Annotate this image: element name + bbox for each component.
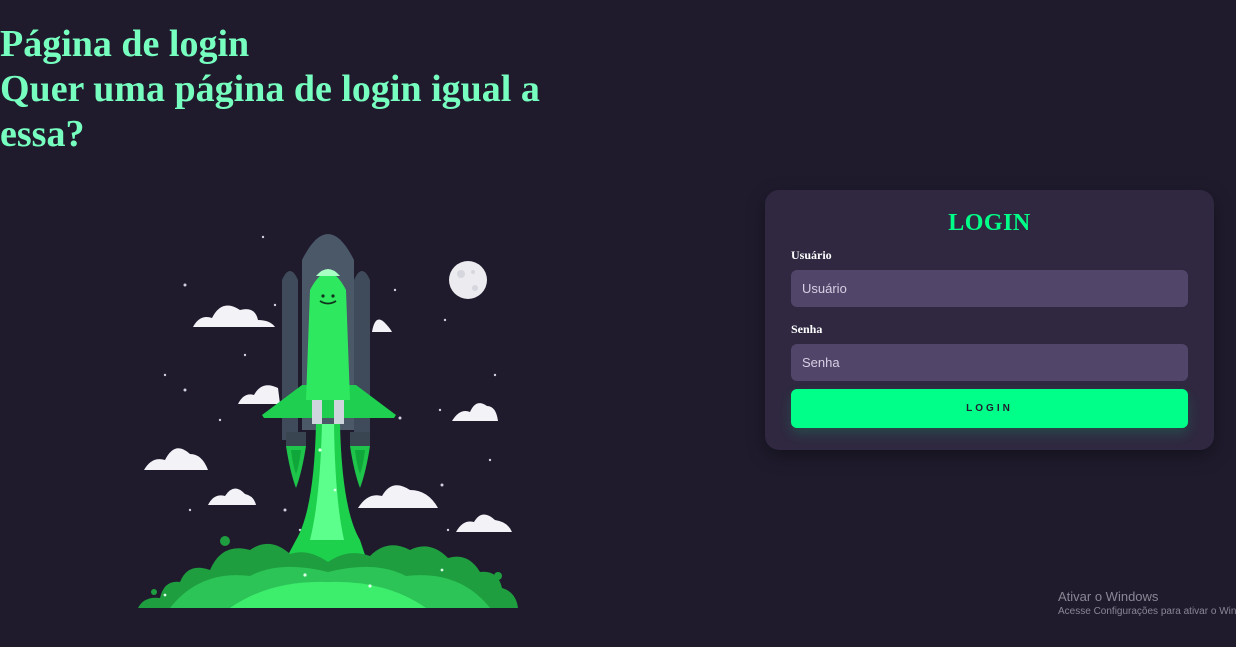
windows-activation-watermark: Ativar o Windows Acesse Configurações pa… — [1058, 589, 1236, 619]
watermark-subtitle: Acesse Configurações para ativar o Windo… — [1058, 606, 1236, 617]
hero-title-line: Página de login — [0, 23, 250, 65]
watermark-title: Ativar o Windows — [1058, 589, 1159, 604]
login-title: LOGIN — [948, 210, 1031, 236]
login-card: LOGIN Usuário Senha LOGIN — [765, 190, 1214, 450]
username-input[interactable] — [791, 270, 1188, 307]
moon-icon — [449, 261, 487, 299]
login-button[interactable]: LOGIN — [791, 389, 1188, 428]
rocket-launch-illustration — [130, 210, 530, 620]
username-label: Usuário — [791, 248, 832, 262]
hero-subtitle-line-2: essa? — [0, 113, 85, 155]
hero-subtitle-line: Quer uma página de login igual a — [0, 68, 540, 110]
password-input[interactable] — [791, 344, 1188, 381]
password-label: Senha — [791, 322, 823, 336]
hero-heading: Página de login Quer uma página de login… — [0, 22, 600, 157]
